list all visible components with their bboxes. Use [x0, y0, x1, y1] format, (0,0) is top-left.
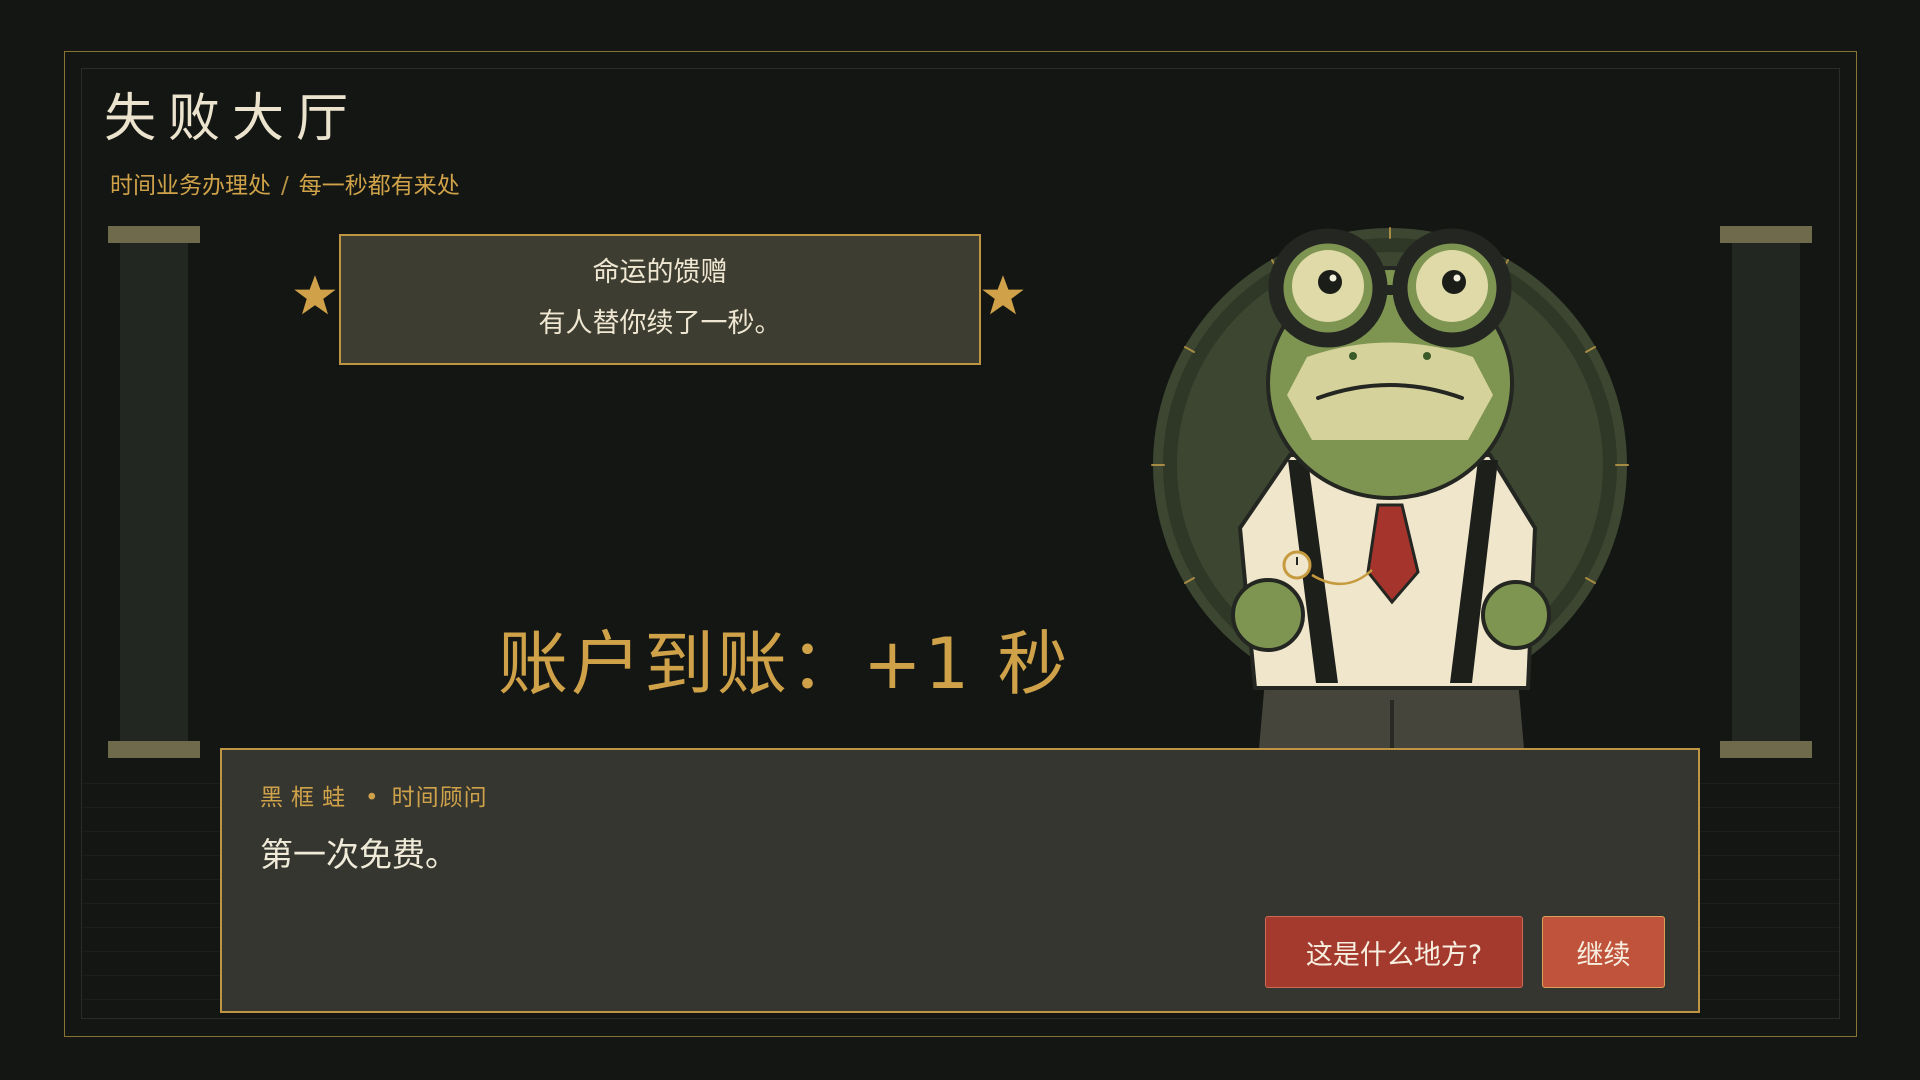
- speaker-role: 时间顾问: [391, 785, 488, 811]
- speaker-name: 黑框蛙: [260, 785, 353, 811]
- star-icon: [982, 275, 1024, 315]
- account-credit-text: 账户到账：+1 秒: [498, 623, 1071, 705]
- page-title: 失败大厅: [104, 89, 361, 149]
- breadcrumb: 时间业务办理处 / 每一秒都有来处: [110, 166, 460, 200]
- pillar-left: [108, 226, 200, 758]
- breadcrumb-item-motto: 每一秒都有来处: [298, 173, 460, 199]
- breadcrumb-separator: /: [281, 173, 289, 199]
- star-icon: [294, 275, 336, 315]
- pillar-right: [1720, 226, 1812, 758]
- speaker-label: 黑框蛙 • 时间顾问: [260, 778, 488, 812]
- gift-text: 有人替你续了一秒。: [538, 308, 782, 339]
- fate-gift-banner: 命运的馈赠 有人替你续了一秒。: [339, 234, 981, 365]
- continue-button[interactable]: 继续: [1542, 916, 1665, 988]
- dialog-box: 黑框蛙 • 时间顾问 第一次免费。 这是什么地方? 继续: [220, 748, 1700, 1013]
- dialog-line: 第一次免费。: [260, 835, 458, 874]
- gift-title: 命运的馈赠: [592, 257, 728, 288]
- breadcrumb-item-office: 时间业务办理处: [110, 173, 271, 199]
- ask-location-button[interactable]: 这是什么地方?: [1265, 916, 1523, 988]
- speaker-separator: •: [365, 785, 380, 811]
- frog-advisor-portrait: [1151, 227, 1629, 760]
